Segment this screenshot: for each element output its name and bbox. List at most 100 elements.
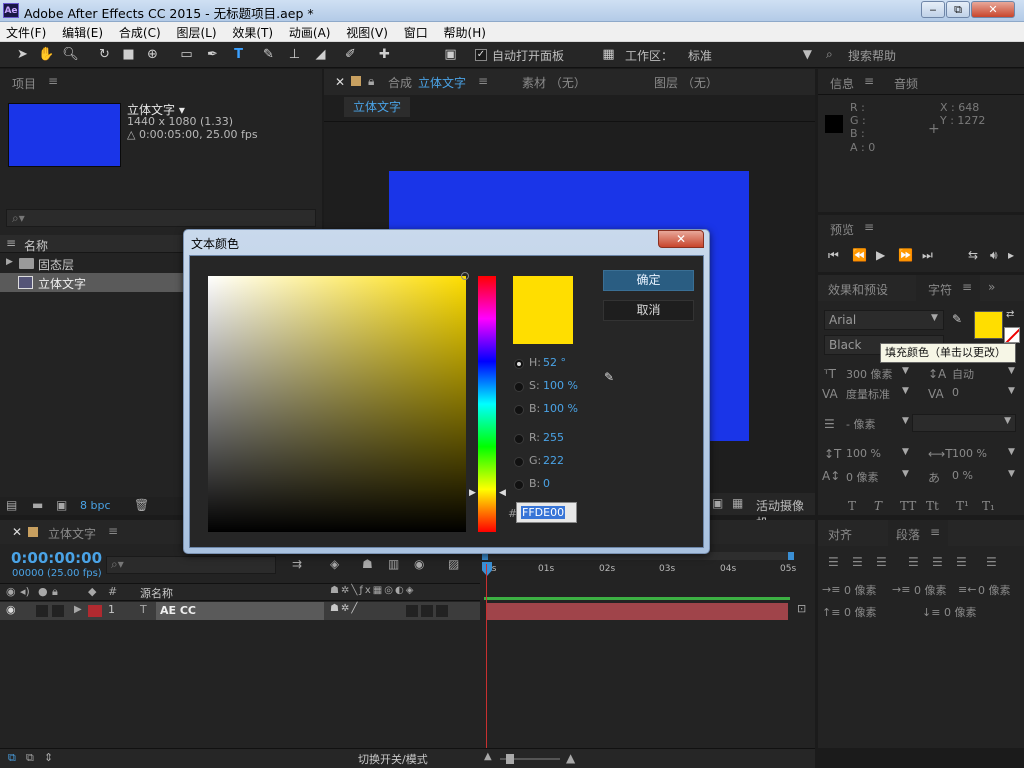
puppet-pin-tool-icon[interactable]: ✚: [376, 47, 393, 63]
audio-icon[interactable]: 🔊︎: [990, 248, 998, 263]
work-area-end-handle[interactable]: [788, 552, 794, 560]
roto-brush-tool-icon[interactable]: ✐: [342, 47, 359, 63]
trash-icon[interactable]: 🗑︎: [134, 498, 149, 512]
clone-stamp-tool-icon[interactable]: ⊥: [286, 47, 303, 63]
bpc-label[interactable]: 8 bpc: [80, 499, 111, 512]
justify-left-icon[interactable]: ☰: [908, 555, 919, 569]
zoom-out-icon[interactable]: ▲: [484, 751, 492, 762]
menu-layer[interactable]: 图层(L): [170, 24, 222, 41]
s-value[interactable]: 100 %: [543, 379, 578, 392]
table-row[interactable]: ◉ ▶ 1 T AE CC ☗✲╱: [0, 602, 480, 620]
stroke-style-select[interactable]: ▼: [912, 414, 1016, 432]
previous-frame-icon[interactable]: ⏪: [852, 248, 867, 262]
visibility-eye-icon[interactable]: ◉: [6, 603, 16, 616]
loop-icon[interactable]: ⇆: [968, 248, 978, 262]
solo-icon[interactable]: ●: [38, 585, 48, 598]
comp-button-icon[interactable]: ⊡: [797, 602, 806, 615]
font-size-value[interactable]: 300 像素: [846, 366, 893, 382]
column-name[interactable]: 名称: [24, 237, 48, 254]
menu-composition[interactable]: 合成(C): [113, 24, 167, 41]
camera-tool-icon[interactable]: ■: [120, 47, 137, 63]
switch-box[interactable]: [406, 605, 418, 617]
radio-green[interactable]: [514, 457, 524, 467]
timeline-search-input[interactable]: ⌕▾: [106, 556, 276, 574]
zoom-slider-thumb[interactable]: [506, 754, 514, 764]
eyedropper-icon[interactable]: ✎: [604, 370, 614, 384]
stroke-color-swatch[interactable]: [1004, 327, 1020, 343]
panel-menu-icon[interactable]: ≡: [478, 74, 488, 88]
eraser-tool-icon[interactable]: ◢: [312, 47, 329, 63]
justify-center-icon[interactable]: ☰: [932, 555, 943, 569]
pan-behind-tool-icon[interactable]: ⊕: [144, 47, 161, 63]
cancel-button[interactable]: 取消: [603, 300, 694, 321]
transparency-grid-icon[interactable]: ▦: [732, 496, 743, 510]
panel-menu-icon[interactable]: ≡: [864, 74, 874, 88]
b-value[interactable]: 100 %: [543, 402, 578, 415]
audio-tab[interactable]: 音频: [894, 75, 918, 92]
ram-preview-icon[interactable]: ▸: [1008, 248, 1014, 262]
kerning-value[interactable]: 度量标准: [846, 386, 890, 402]
graph-editor-icon[interactable]: ▨: [448, 557, 459, 571]
layer-switches-toggle-icon[interactable]: ⧉: [8, 751, 16, 765]
zoom-tool-icon[interactable]: 🔍︎: [62, 47, 79, 63]
radio-blue[interactable]: [514, 480, 524, 490]
comp-mini-flowchart-icon[interactable]: ⇉: [292, 557, 302, 571]
g-value[interactable]: 222: [543, 454, 564, 467]
baseline-shift-value[interactable]: 0 像素: [846, 469, 879, 485]
align-right-icon[interactable]: ☰: [876, 555, 887, 569]
indent-left-value[interactable]: 0 像素: [844, 582, 877, 598]
vertical-scale-value[interactable]: 100 %: [846, 447, 881, 460]
audio-icon[interactable]: ◂): [20, 585, 30, 598]
fill-color-swatch[interactable]: [974, 311, 1003, 339]
r-value[interactable]: 255: [543, 431, 564, 444]
tsume-value[interactable]: 0 %: [952, 469, 973, 482]
play-icon[interactable]: ▶: [876, 248, 885, 262]
menu-help[interactable]: 帮助(H): [438, 24, 492, 41]
lock-icon[interactable]: 🔒︎: [52, 585, 58, 599]
layer-duration-bar[interactable]: [486, 603, 788, 620]
faux-italic-button[interactable]: T: [874, 499, 882, 513]
info-tab[interactable]: 信息: [830, 75, 854, 92]
eyedropper-icon[interactable]: ✎: [952, 312, 962, 326]
panel-menu-icon[interactable]: ≡: [864, 220, 874, 234]
lock-toggle[interactable]: [52, 605, 64, 617]
radio-red[interactable]: [514, 434, 524, 444]
b2-value[interactable]: 0: [543, 477, 550, 490]
first-frame-icon[interactable]: ⏮: [828, 248, 839, 263]
switch-box[interactable]: [436, 605, 448, 617]
solo-toggle[interactable]: [36, 605, 48, 617]
all-caps-button[interactable]: TT: [900, 499, 916, 513]
project-search-input[interactable]: ⌕▾: [6, 209, 316, 227]
last-frame-icon[interactable]: ⏭: [922, 248, 933, 263]
effects-presets-tab[interactable]: 效果和预设: [828, 281, 888, 298]
hue-slider-right-arrow-icon[interactable]: ◀: [499, 488, 506, 498]
menu-effect[interactable]: 效果(T): [226, 24, 279, 41]
stroke-width-value[interactable]: - 像素: [846, 416, 875, 432]
transfer-controls-icon[interactable]: ⧉: [26, 751, 34, 765]
align-tab[interactable]: 对齐: [828, 526, 852, 543]
selection-tool-icon[interactable]: ➤: [14, 47, 31, 63]
brush-tool-icon[interactable]: ✎: [260, 47, 277, 63]
panel-toggle-icon[interactable]: ▣: [442, 47, 459, 63]
zoom-in-icon[interactable]: ▲: [566, 751, 575, 765]
minimize-button[interactable]: ‒: [921, 1, 945, 18]
align-center-icon[interactable]: ☰: [852, 555, 863, 569]
paragraph-tab[interactable]: 段落: [896, 526, 920, 543]
workspace-select[interactable]: 标准 ▼: [688, 47, 818, 64]
panel-menu-icon[interactable]: ≡: [962, 280, 972, 294]
composition-subtab[interactable]: 立体文字: [344, 97, 410, 117]
draft-3d-icon[interactable]: ◈: [330, 557, 339, 571]
radio-saturation[interactable]: [514, 382, 524, 392]
layer-label-color[interactable]: [88, 605, 102, 617]
radio-hue[interactable]: [514, 359, 524, 369]
time-ruler[interactable]: 0s 01s 02s 03s 04s 05s: [482, 550, 796, 600]
swap-colors-icon[interactable]: ⇄: [1006, 309, 1014, 320]
interpret-footage-icon[interactable]: ▤: [6, 498, 17, 512]
horizontal-scale-value[interactable]: 100 %: [952, 447, 987, 460]
rotate-tool-icon[interactable]: ↻: [96, 47, 113, 63]
color-picker-cursor[interactable]: [461, 272, 469, 280]
dialog-close-button[interactable]: ✕: [658, 230, 704, 248]
render-icon[interactable]: ▣: [712, 496, 723, 510]
shy-layers-icon[interactable]: ☗: [362, 557, 373, 571]
frame-blending-icon[interactable]: ▥: [388, 557, 399, 571]
